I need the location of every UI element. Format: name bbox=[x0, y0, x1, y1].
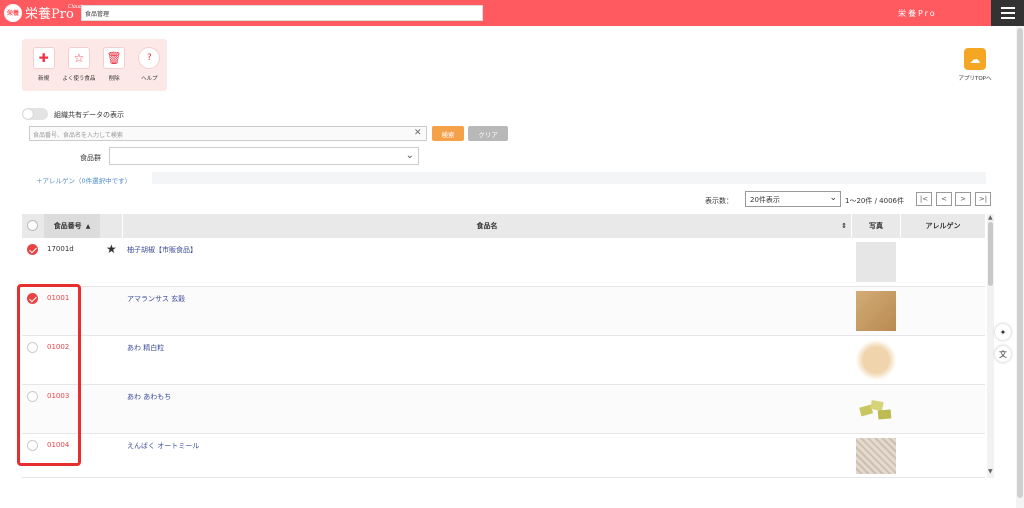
new-label: 新規 bbox=[38, 76, 50, 82]
food-group-label: 食品群 bbox=[80, 154, 101, 162]
mochi-pieces-image bbox=[859, 400, 892, 420]
code-column-header[interactable]: 食品番号 ▲ bbox=[44, 214, 100, 238]
logo-badge: 栄養 bbox=[4, 3, 22, 22]
clear-button[interactable]: クリア bbox=[468, 126, 508, 141]
food-photo bbox=[856, 291, 896, 331]
allergen-filter-link[interactable]: ＋アレルゲン（0件選択中です） bbox=[36, 175, 131, 185]
sort-icon[interactable]: ⇕ bbox=[837, 214, 851, 238]
app-top-button[interactable]: ☁ アプリTOPへ bbox=[955, 48, 995, 82]
food-photo bbox=[856, 438, 896, 474]
food-photo bbox=[856, 340, 896, 380]
code-header-label: 食品番号 bbox=[53, 222, 82, 230]
food-name-link[interactable]: あわ あわもち bbox=[127, 392, 171, 402]
sort-asc-icon: ▲ bbox=[85, 222, 91, 230]
table-row[interactable]: 01003 あわ あわもち bbox=[22, 385, 985, 434]
food-code: 17001d bbox=[47, 245, 74, 253]
menu-bar-icon bbox=[1000, 17, 1015, 19]
food-photo-placeholder bbox=[856, 242, 896, 282]
table-row[interactable]: 01002 あわ 精白粒 bbox=[22, 336, 985, 385]
cloud-icon: ☁ bbox=[964, 48, 986, 70]
new-button[interactable]: ✚ 新規 bbox=[26, 47, 61, 91]
allergen-column-header: アレルゲン bbox=[925, 222, 961, 230]
table-scroll-thumb[interactable] bbox=[988, 222, 993, 286]
select-all-checkbox[interactable] bbox=[27, 220, 38, 231]
hamburger-menu-button[interactable] bbox=[991, 0, 1024, 26]
share-data-toggle[interactable] bbox=[22, 108, 48, 120]
scroll-up-icon[interactable]: ▲ bbox=[988, 214, 993, 221]
scroll-down-icon[interactable]: ▼ bbox=[988, 468, 993, 475]
food-name-link[interactable]: あわ 精白粒 bbox=[127, 343, 164, 353]
favorites-button[interactable]: ☆ よく使う食品 bbox=[61, 47, 96, 91]
table-row[interactable]: 17001d ★ 柚子胡椒【市販食品】 bbox=[22, 238, 985, 287]
table-header: 食品番号 ▲ 食品名 ⇕ 写真 アレルゲン bbox=[22, 214, 985, 238]
photo-column-header: 写真 bbox=[869, 222, 883, 230]
per-page-label: 表示数： bbox=[705, 197, 733, 205]
chevron-down-icon: ⌄ bbox=[405, 150, 414, 161]
prev-page-button[interactable]: < bbox=[936, 192, 952, 206]
favorites-label: よく使う食品 bbox=[62, 76, 96, 82]
table-row[interactable]: 01004 えんばく オートミール bbox=[22, 434, 985, 478]
name-header-label: 食品名 bbox=[476, 222, 498, 230]
food-name-link[interactable]: 柚子胡椒【市販食品】 bbox=[127, 245, 197, 255]
page-title-field[interactable]: 食品管理 bbox=[81, 5, 483, 21]
per-page-value: 20件表示 bbox=[750, 196, 780, 204]
help-label: ヘルプ bbox=[141, 76, 158, 82]
search-button[interactable]: 検索 bbox=[432, 126, 464, 141]
result-range: 1〜20件 / 4006件 bbox=[845, 197, 904, 205]
help-icon: ? bbox=[138, 47, 161, 69]
food-photo bbox=[856, 389, 896, 429]
delete-label: 削除 bbox=[108, 76, 120, 82]
sparkle-icon[interactable]: ✦ bbox=[995, 324, 1011, 340]
food-group-select[interactable]: ⌄ bbox=[109, 147, 419, 165]
menu-bar-icon bbox=[1000, 7, 1015, 9]
first-page-button[interactable]: |< bbox=[916, 192, 932, 206]
allergen-bar bbox=[152, 172, 986, 184]
table-scrollbar[interactable] bbox=[987, 214, 994, 478]
delete-button[interactable]: 🗑 削除 bbox=[97, 47, 132, 91]
action-toolbar: ✚ 新規 ☆ よく使う食品 🗑 削除 ? ヘルプ bbox=[22, 39, 167, 91]
app-header: 栄養 栄養Pro Cloud 食品管理 栄養Pro bbox=[0, 0, 1024, 26]
selection-highlight bbox=[17, 284, 81, 466]
share-data-label: 組織共有データの表示 bbox=[54, 111, 124, 119]
new-food-icon: ✚ bbox=[32, 47, 55, 69]
clear-search-icon[interactable]: ✕ bbox=[414, 128, 422, 138]
row-checkbox[interactable] bbox=[27, 244, 38, 255]
translate-icon[interactable]: 文 bbox=[995, 346, 1011, 362]
header-user-name: 栄養Pro bbox=[898, 9, 937, 18]
per-page-select[interactable]: 20件表示 ⌄ bbox=[745, 191, 841, 207]
chevron-down-icon: ⌄ bbox=[829, 193, 837, 203]
trash-icon: 🗑 bbox=[103, 47, 126, 69]
name-column-header[interactable]: 食品名 bbox=[123, 214, 851, 238]
search-input[interactable]: 食品番号、食品名を入力して検索 bbox=[29, 126, 427, 141]
food-name-link[interactable]: アマランサス 玄穀 bbox=[127, 294, 185, 304]
star-icon: ☆ bbox=[67, 47, 90, 69]
help-button[interactable]: ? ヘルプ bbox=[132, 47, 167, 91]
menu-bar-icon bbox=[1000, 12, 1015, 14]
page-scroll-thumb[interactable] bbox=[1017, 28, 1023, 498]
star-icon[interactable]: ★ bbox=[106, 242, 117, 256]
next-page-button[interactable]: > bbox=[955, 192, 971, 206]
app-logo[interactable]: 栄養 栄養Pro Cloud bbox=[4, 3, 82, 22]
logo-text: 栄養Pro bbox=[25, 7, 74, 22]
last-page-button[interactable]: >| bbox=[975, 192, 991, 206]
food-name-link[interactable]: えんばく オートミール bbox=[127, 441, 199, 451]
app-top-label: アプリTOPへ bbox=[958, 76, 992, 82]
table-row[interactable]: 01001 アマランサス 玄穀 bbox=[22, 287, 985, 336]
page-scrollbar[interactable] bbox=[1016, 26, 1024, 508]
